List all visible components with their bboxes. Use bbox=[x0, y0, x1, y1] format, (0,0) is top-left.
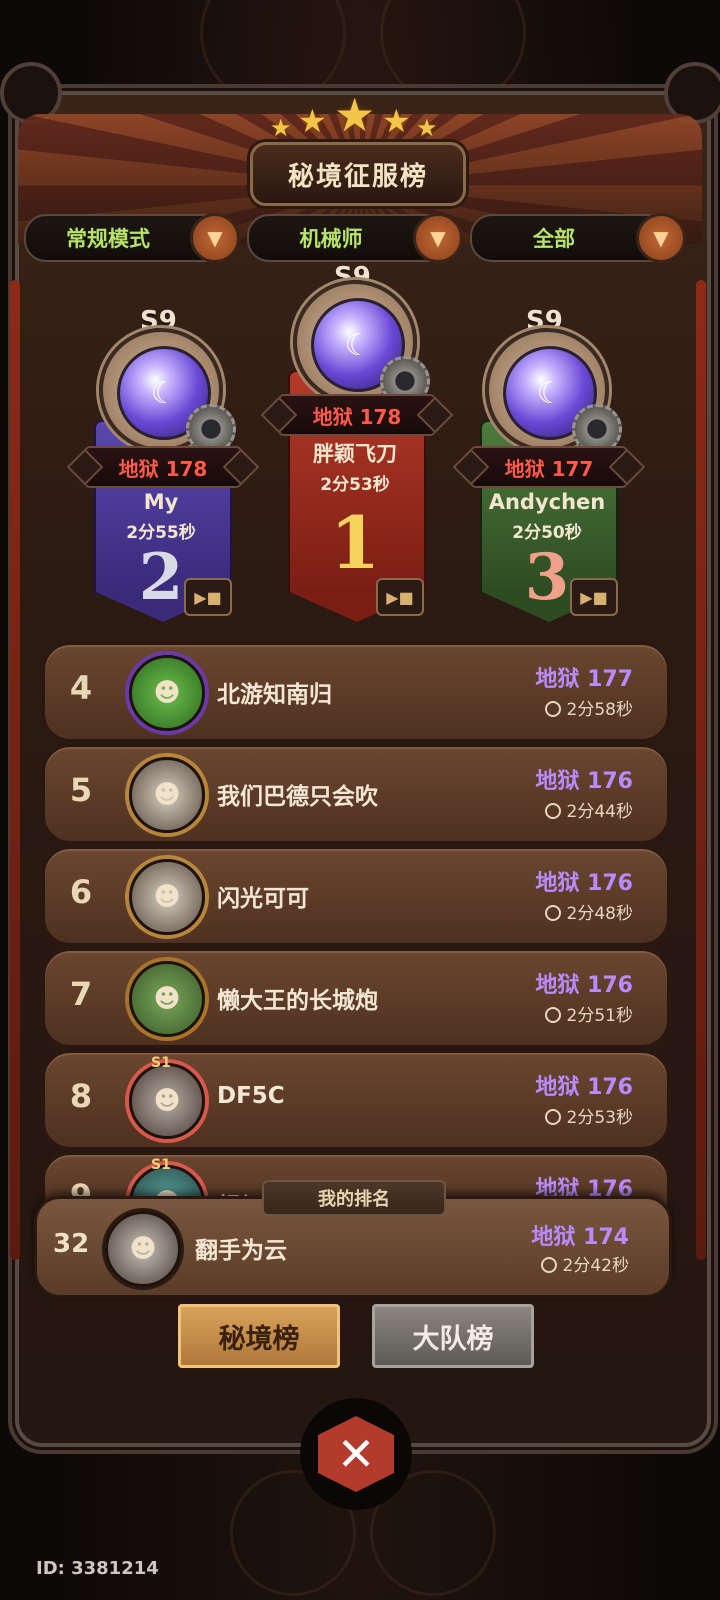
rank-number: 7 bbox=[69, 975, 93, 1013]
page-title: 秘境征服榜 bbox=[250, 142, 466, 206]
star-icon: ★ bbox=[270, 114, 292, 142]
player-name: 翻手为云 bbox=[195, 1238, 287, 1264]
clear-time: 2分53秒 bbox=[320, 475, 390, 495]
rank-number: 6 bbox=[69, 873, 93, 911]
score-value: 地狱 176 bbox=[535, 769, 633, 794]
clear-time-value: 2分53秒 bbox=[566, 1108, 633, 1128]
video-replay-icon[interactable]: ▶■ bbox=[570, 578, 618, 616]
my-rank-number: 32 bbox=[53, 1229, 90, 1259]
rank-number: 8 bbox=[69, 1077, 93, 1115]
avatar: ☻ bbox=[129, 859, 205, 935]
rank-number: 5 bbox=[69, 771, 93, 809]
avatar: ☻ bbox=[129, 655, 205, 731]
tab-team[interactable]: 大队榜 bbox=[372, 1304, 534, 1368]
score-value: 地狱 177 bbox=[535, 667, 633, 692]
score-banner: 地狱 178 bbox=[278, 394, 436, 436]
class-filter-dropdown[interactable]: 机械师 ▼ bbox=[247, 213, 463, 263]
chevron-down-icon[interactable]: ▼ bbox=[190, 213, 240, 263]
rank-number: 4 bbox=[69, 669, 93, 707]
clear-time-value: 2分48秒 bbox=[566, 904, 633, 924]
star-icon: ★ bbox=[334, 88, 376, 142]
clear-time-value: 2分44秒 bbox=[566, 802, 633, 822]
star-icon: ★ bbox=[382, 102, 411, 140]
clear-time-value: 2分58秒 bbox=[566, 700, 633, 720]
video-replay-icon[interactable]: ▶■ bbox=[184, 578, 232, 616]
video-replay-icon[interactable]: ▶■ bbox=[376, 578, 424, 616]
clear-time: 2分42秒 bbox=[540, 1251, 629, 1276]
player-name: 胖颖飞刀 bbox=[313, 442, 397, 466]
star-icon: ★ bbox=[298, 102, 327, 140]
user-id: ID: 3381214 bbox=[36, 1558, 159, 1579]
player-name: 懒大王的长城炮 bbox=[217, 988, 378, 1014]
chevron-down-icon[interactable]: ▼ bbox=[413, 213, 463, 263]
star-icon: ★ bbox=[416, 114, 438, 142]
clear-time: 2分58秒 bbox=[544, 695, 633, 720]
avatar: ☻ bbox=[129, 1063, 205, 1139]
tab-secret-realm[interactable]: 秘境榜 bbox=[178, 1304, 340, 1368]
list-item[interactable]: 5 ☻ 我们巴德只会吹 地狱 176 2分44秒 bbox=[42, 744, 670, 844]
scope-filter-dropdown[interactable]: 全部 ▼ bbox=[470, 213, 686, 263]
player-name: Andychen bbox=[488, 490, 606, 514]
clear-time: 2分44秒 bbox=[544, 797, 633, 822]
player-name: 闪光可可 bbox=[217, 886, 309, 912]
scope-filter-label: 全部 bbox=[533, 227, 575, 251]
mode-filter-label: 常规模式 bbox=[66, 227, 150, 251]
right-rail bbox=[696, 280, 706, 1260]
clock-icon bbox=[540, 1257, 557, 1273]
score-value: 地狱 176 bbox=[535, 871, 633, 896]
my-rank-label: 我的排名 bbox=[262, 1180, 446, 1216]
clock-icon bbox=[544, 1007, 561, 1023]
score-banner: 地狱 177 bbox=[470, 446, 628, 488]
list-item[interactable]: 7 ☻ 懒大王的长城炮 地狱 176 2分51秒 bbox=[42, 948, 670, 1048]
clear-time-value: 2分51秒 bbox=[566, 1006, 633, 1026]
left-rail bbox=[10, 280, 20, 1260]
player-name: 北游知南归 bbox=[217, 682, 332, 708]
avatar: ☻ bbox=[129, 757, 205, 833]
avatar: ☻ bbox=[105, 1211, 181, 1287]
score-value: 地狱 176 bbox=[535, 1075, 633, 1100]
season-badge: S1 bbox=[151, 1157, 171, 1173]
clear-time: 2分51秒 bbox=[544, 1001, 633, 1026]
clear-time: 2分48秒 bbox=[544, 899, 633, 924]
clock-icon bbox=[544, 701, 561, 717]
score-banner: 地狱 178 bbox=[84, 446, 242, 488]
score-value: 地狱 174 bbox=[531, 1225, 629, 1250]
clock-icon bbox=[544, 1109, 561, 1125]
mode-filter-dropdown[interactable]: 常规模式 ▼ bbox=[24, 213, 240, 263]
star-rating: ★ ★ ★ ★ ★ bbox=[270, 88, 450, 142]
clear-time-value: 2分42秒 bbox=[562, 1256, 629, 1276]
score-value: 地狱 176 bbox=[535, 973, 633, 998]
player-name: DF5C bbox=[217, 1083, 285, 1109]
list-item[interactable]: 6 ☻ 闪光可可 地狱 176 2分48秒 bbox=[42, 846, 670, 946]
rank-number: 1 bbox=[329, 500, 381, 585]
clock-icon bbox=[544, 803, 561, 819]
list-item[interactable]: 4 ☻ 北游知南归 地狱 177 2分58秒 bbox=[42, 642, 670, 742]
avatar: ☻ bbox=[129, 961, 205, 1037]
clock-icon bbox=[544, 905, 561, 921]
list-item[interactable]: 8 ☻ S1 DF5C 地狱 176 2分53秒 bbox=[42, 1050, 670, 1150]
clear-time: 2分53秒 bbox=[544, 1103, 633, 1128]
season-badge: S1 bbox=[151, 1055, 171, 1071]
player-name: 我们巴德只会吹 bbox=[217, 784, 378, 810]
player-name: My bbox=[143, 490, 179, 514]
chevron-down-icon[interactable]: ▼ bbox=[636, 213, 686, 263]
class-filter-label: 机械师 bbox=[299, 227, 363, 251]
